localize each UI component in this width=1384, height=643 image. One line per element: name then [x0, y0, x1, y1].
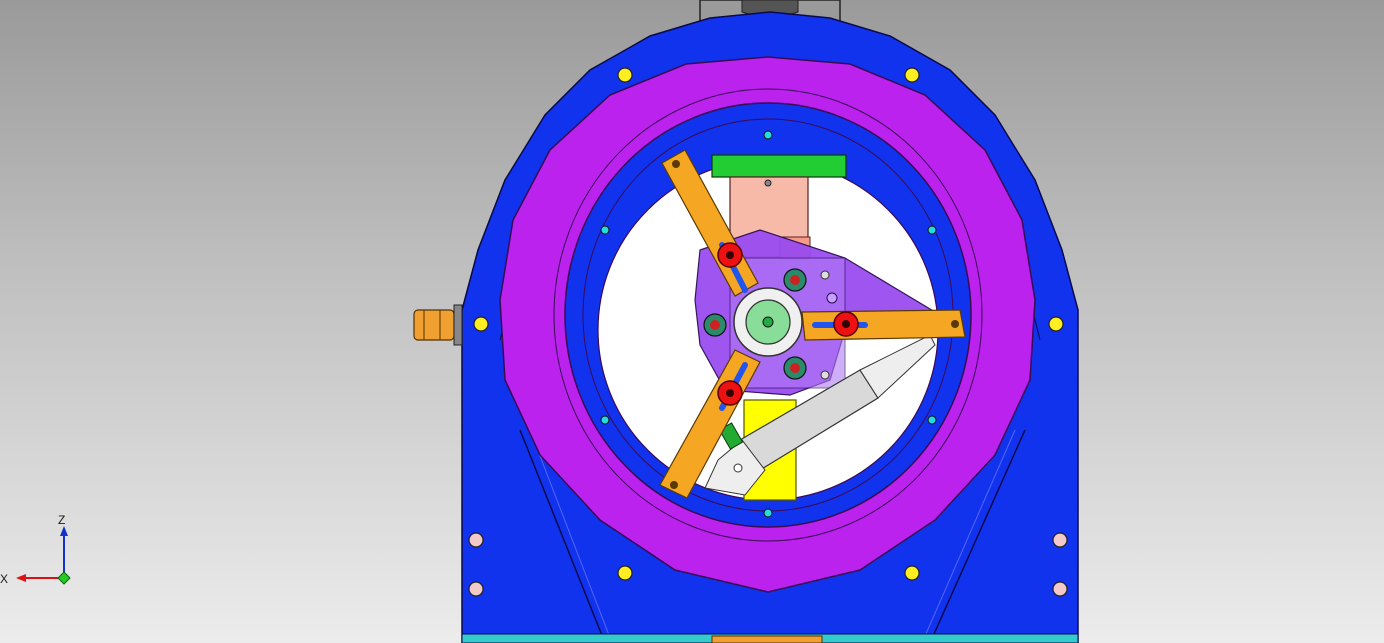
bolt-icon [904, 565, 920, 581]
bolt-icon [904, 67, 920, 83]
clamp-arm-right[interactable] [801, 309, 966, 341]
z-axis-label: Z [58, 513, 65, 527]
bolt-icon [473, 316, 489, 332]
bolt-icon [1048, 316, 1064, 332]
x-axis-label: X [0, 572, 8, 586]
bolt-icon [468, 581, 484, 597]
bolt-icon [617, 67, 633, 83]
bolt-icon [1052, 581, 1068, 597]
bolt-icon [617, 565, 633, 581]
cad-3d-viewport[interactable] [0, 0, 1384, 643]
bolt-icon [1052, 532, 1068, 548]
xz-axis-triad-icon: Z X [0, 513, 71, 586]
side-fitting [413, 304, 463, 346]
bolt-icon [468, 532, 484, 548]
